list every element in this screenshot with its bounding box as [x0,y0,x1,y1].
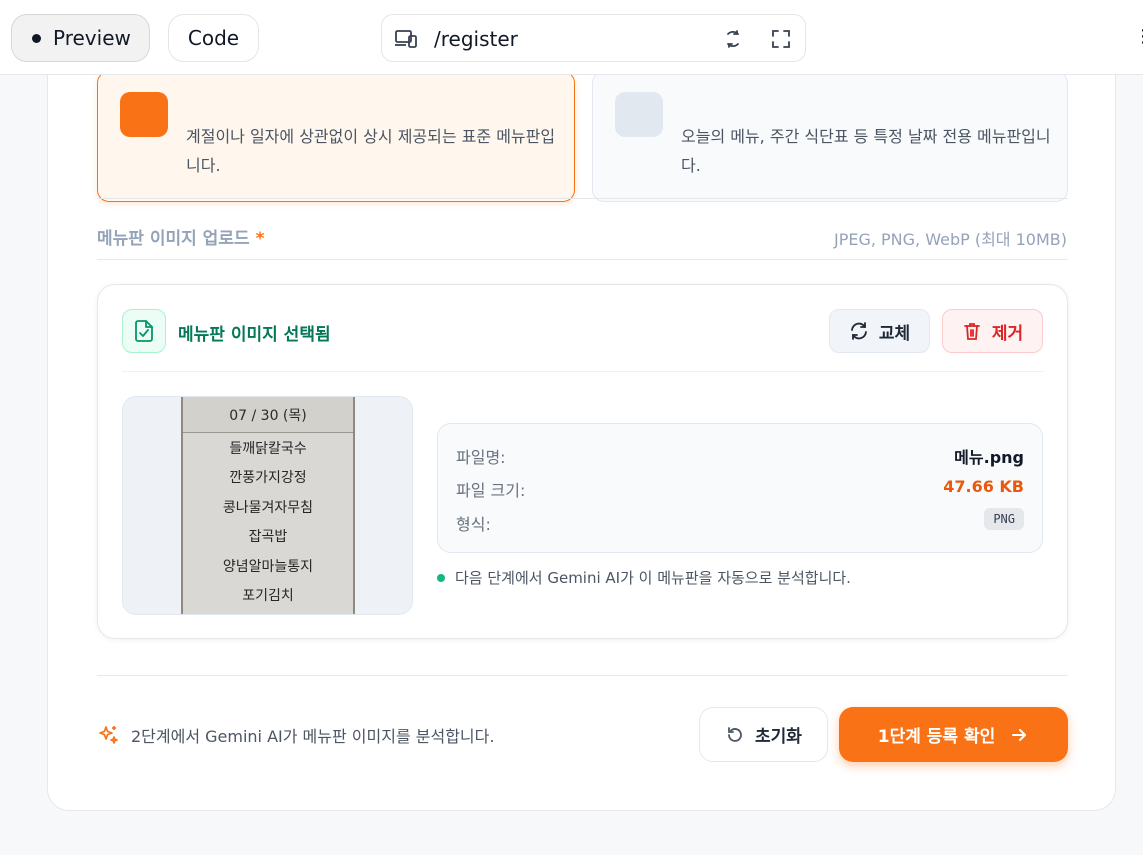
menu-type-dated-desc: 오늘의 메뉴, 주간 식단표 등 특정 날짜 전용 메뉴판입니다. [681,127,1051,175]
trash-icon [963,323,980,340]
preview-tab[interactable]: Preview [11,14,150,62]
footer-note: 2단계에서 Gemini AI가 메뉴판 이미지를 분석합니다. [97,723,494,747]
footer-note-text: 2단계에서 Gemini AI가 메뉴판 이미지를 분석합니다. [131,727,495,746]
upload-format-hint: JPEG, PNG, WebP (최대 10MB) [833,230,1067,249]
file-name-value: 메뉴.png [954,448,1024,467]
menu-photo: 07 / 30 (목) 들깨닭칼국수 깐풍가지강정 콩나물겨자무침 잡곡밥 양념… [181,397,355,614]
analyze-note-text: 다음 단계에서 Gemini AI가 이 메뉴판을 자동으로 분석합니다. [455,569,851,587]
menu-photo-line: 깐풍가지강정 [229,470,307,487]
menu-type-dated-option[interactable]: 오늘의 메뉴, 주간 식단표 등 특정 날짜 전용 메뉴판입니다. [592,71,1068,202]
file-format-key: 형식: [456,515,491,534]
undo-icon [728,726,742,742]
code-tab-label: Code [187,26,240,50]
active-dot-icon [32,33,41,43]
file-size-value: 47.66 KB [943,477,1024,496]
upload-label-text: 메뉴판 이미지 업로드 [97,229,250,249]
preview-tab-label: Preview [53,26,131,50]
menu-standard-icon [120,92,168,137]
analyze-note: 다음 단계에서 Gemini AI가 이 메뉴판을 자동으로 분석합니다. [437,567,851,588]
file-panel-divider [122,371,1043,372]
upload-label: 메뉴판 이미지 업로드 * [97,224,265,249]
menu-type-standard-option[interactable]: 계절이나 일자에 상관없이 상시 제공되는 표준 메뉴판입니다. [97,71,575,202]
menu-photo-date: 07 / 30 (목) [183,397,353,433]
required-mark: * [255,229,265,249]
reset-button[interactable]: 초기화 [699,707,828,762]
overflow-icon[interactable]: ⋮ [1134,26,1143,48]
file-name-row: 파일명: 메뉴.png [456,444,1024,467]
selected-file-panel: 메뉴판 이미지 선택됨 교체 제거 07 / 30 (목) 들깨닭칼국수 깐풍가… [97,284,1068,639]
upload-divider [97,259,1068,260]
file-info-panel: 파일명: 메뉴.png 파일 크기: 47.66 KB 형식: PNG [437,423,1043,553]
preview-toolbar: Preview Code /register ⋮ [0,0,1143,75]
file-size-row: 파일 크기: 47.66 KB [456,477,1024,500]
fullscreen-icon[interactable] [770,28,792,54]
menu-photo-line: 들깨닭칼국수 [229,440,307,457]
section-divider [97,198,1068,199]
register-card: 계절이나 일자에 상관없이 상시 제공되는 표준 메뉴판입니다. 오늘의 메뉴,… [47,30,1116,811]
refresh-icon [850,322,867,340]
file-format-badge: PNG [984,508,1024,530]
file-name-key: 파일명: [456,448,506,467]
calendar-icon [615,92,663,137]
remove-label: 제거 [991,323,1024,344]
file-size-key: 파일 크기: [456,481,526,500]
menu-photo-line: 포기김치 [242,588,294,605]
confirm-label: 1단계 등록 확인 [877,727,996,747]
url-path[interactable]: /register [434,27,518,51]
file-selected-title: 메뉴판 이미지 선택됨 [178,325,331,345]
sparkles-icon [99,726,118,744]
url-bar[interactable]: /register [381,14,806,62]
file-format-row: 형식: PNG [456,508,1024,534]
arrow-right-icon [1012,728,1027,741]
file-check-icon [122,309,166,353]
menu-photo-line: 콩나물겨자무침 [222,499,314,516]
menu-image-thumbnail: 07 / 30 (목) 들깨닭칼국수 깐풍가지강정 콩나물겨자무침 잡곡밥 양념… [122,396,413,615]
remove-button[interactable]: 제거 [942,309,1043,353]
reload-icon[interactable] [722,28,744,54]
devices-icon[interactable] [394,28,418,54]
code-tab[interactable]: Code [168,14,259,62]
menu-photo-line: 잡곡밥 [248,529,288,546]
menu-type-standard-desc: 계절이나 일자에 상관없이 상시 제공되는 표준 메뉴판입니다. [186,127,556,175]
footer-divider [97,675,1068,676]
status-dot-icon [437,573,445,582]
confirm-step1-button[interactable]: 1단계 등록 확인 [839,707,1068,762]
replace-label: 교체 [878,323,911,344]
menu-photo-line: 양념알마늘통지 [222,558,314,575]
reset-label: 초기화 [755,727,802,747]
replace-button[interactable]: 교체 [829,309,930,353]
